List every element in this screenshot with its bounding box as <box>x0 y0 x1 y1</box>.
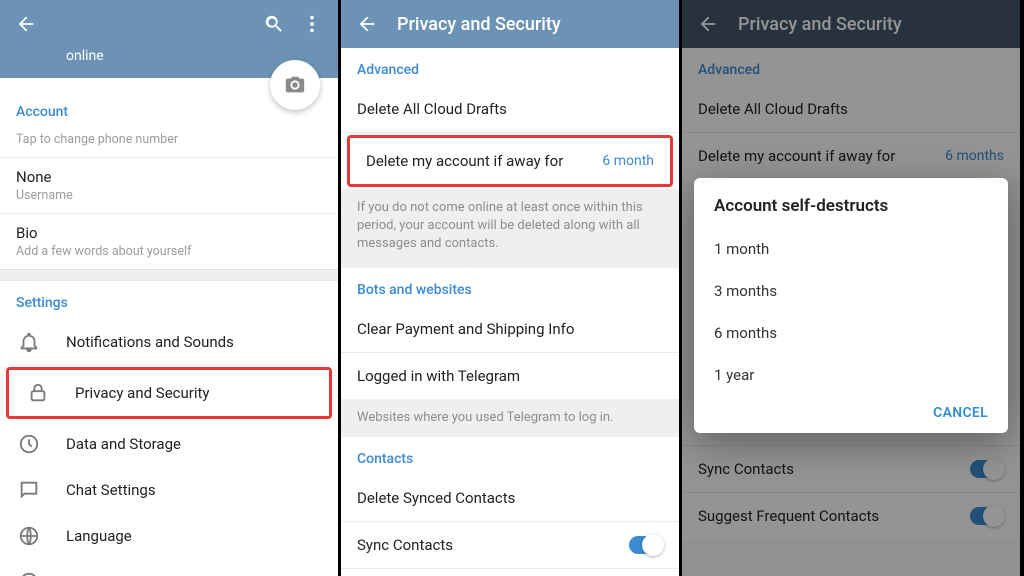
toggle-sync[interactable] <box>629 536 663 554</box>
row-chat-settings[interactable]: Chat Settings <box>0 467 338 513</box>
globe-icon <box>16 523 42 549</box>
row-clear-payment[interactable]: Clear Payment and Shipping Info <box>341 306 679 352</box>
highlight-privacy: Privacy and Security <box>6 367 332 419</box>
row-language[interactable]: Language <box>0 513 338 559</box>
option-1-month[interactable]: 1 month <box>714 228 988 270</box>
search-icon[interactable] <box>260 10 288 38</box>
row-suggest-contacts[interactable]: Suggest Frequent Contacts <box>341 569 679 576</box>
more-icon[interactable] <box>298 10 326 38</box>
row-notifications[interactable]: Notifications and Sounds <box>0 319 338 365</box>
self-destruct-dialog: Account self-destructs 1 month 3 months … <box>694 178 1008 433</box>
settings-header: Settings <box>0 281 338 319</box>
row-delete-synced[interactable]: Delete Synced Contacts <box>341 475 679 521</box>
dialog-title: Account self-destructs <box>714 196 988 216</box>
row-help[interactable]: Help <box>0 559 338 576</box>
chat-icon <box>16 477 42 503</box>
option-3-months[interactable]: 3 months <box>714 270 988 312</box>
advanced-header: Advanced <box>341 48 679 86</box>
pane-settings: online Account Tap to change phone numbe… <box>0 0 341 576</box>
username-value: None <box>16 168 73 186</box>
delete-away-value: 6 month <box>602 153 654 169</box>
row-sync-contacts[interactable]: Sync Contacts <box>341 522 679 568</box>
bell-icon <box>16 329 42 355</box>
username-sub: Username <box>16 188 73 203</box>
option-6-months[interactable]: 6 months <box>714 312 988 354</box>
lock-icon <box>25 380 51 406</box>
row-delete-away[interactable]: Delete my account if away for 6 month <box>350 138 670 184</box>
option-1-year[interactable]: 1 year <box>714 354 988 396</box>
bio-sub: Add a few words about yourself <box>16 244 191 259</box>
bio-label: Bio <box>16 224 191 242</box>
row-logged-in[interactable]: Logged in with Telegram <box>341 353 679 399</box>
pane-dialog: Privacy and Security Advanced Delete All… <box>682 0 1023 576</box>
help-icon <box>16 569 42 576</box>
pane-privacy: Privacy and Security Advanced Delete All… <box>341 0 682 576</box>
username-row[interactable]: None Username <box>0 158 338 213</box>
bots-desc: Websites where you used Telegram to log … <box>341 399 679 437</box>
phone-hint[interactable]: Tap to change phone number <box>0 128 338 157</box>
row-data-storage[interactable]: Data and Storage <box>0 421 338 467</box>
back-icon[interactable] <box>12 10 40 38</box>
highlight-delete-away: Delete my account if away for 6 month <box>347 135 673 187</box>
bots-header: Bots and websites <box>341 268 679 306</box>
row-delete-drafts[interactable]: Delete All Cloud Drafts <box>341 86 679 132</box>
delete-away-label: Delete my account if away for <box>366 152 563 170</box>
back-icon[interactable] <box>353 10 381 38</box>
bio-row[interactable]: Bio Add a few words about yourself <box>0 214 338 269</box>
page-title: Privacy and Security <box>381 14 667 35</box>
app-bar <box>0 0 338 48</box>
contacts-header: Contacts <box>341 437 679 475</box>
data-icon <box>16 431 42 457</box>
cancel-button[interactable]: CANCEL <box>933 405 988 421</box>
app-bar: Privacy and Security <box>341 0 679 48</box>
camera-button[interactable] <box>270 60 320 110</box>
camera-icon <box>284 74 306 96</box>
row-privacy[interactable]: Privacy and Security <box>9 370 329 416</box>
delete-away-desc: If you do not come online at least once … <box>341 189 679 268</box>
